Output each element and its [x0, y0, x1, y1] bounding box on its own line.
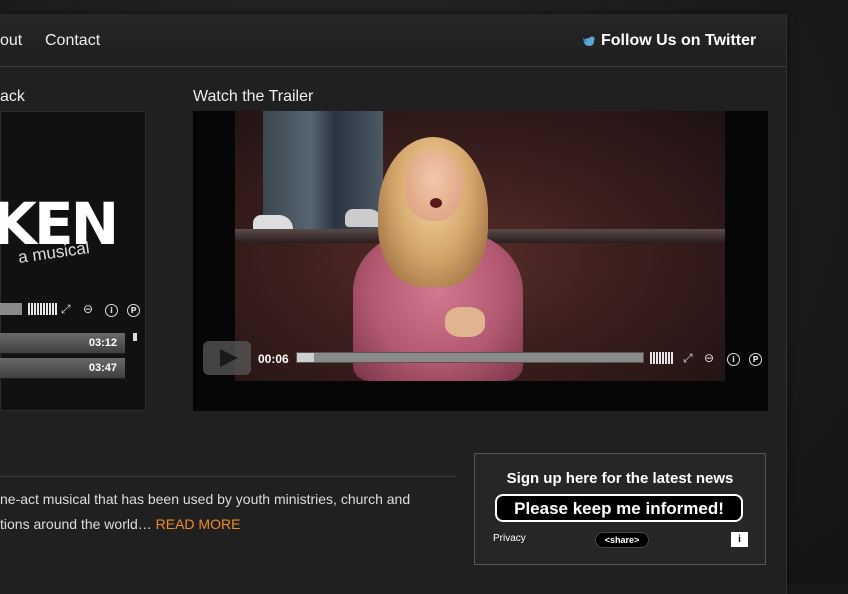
- playlist-track[interactable]: 03:47: [0, 358, 125, 379]
- video-scrubber[interactable]: [296, 352, 644, 363]
- description-line: tions around the world…: [0, 516, 156, 532]
- audio-loop-icon[interactable]: ⊖: [83, 302, 93, 316]
- content-divider: [0, 476, 456, 477]
- description-text: ne-act musical that has been used by you…: [0, 487, 460, 537]
- track-duration: 03:47: [88, 362, 117, 374]
- play-icon: [220, 349, 238, 367]
- nav-link-contact[interactable]: Contact: [45, 32, 100, 50]
- video-info-icon[interactable]: i: [727, 351, 740, 366]
- signup-title: Sign up here for the latest news: [506, 470, 734, 487]
- audio-info-icon[interactable]: i: [105, 302, 118, 317]
- audio-pinterest-icon[interactable]: P: [127, 302, 140, 317]
- share-button[interactable]: <share>: [595, 532, 649, 548]
- info-button[interactable]: i: [731, 532, 748, 547]
- keep-me-informed-button[interactable]: Please keep me informed!: [495, 494, 743, 522]
- playlist-track[interactable]: 03:12: [0, 333, 125, 354]
- video-loop-icon[interactable]: ⊖: [704, 351, 714, 365]
- read-more-link[interactable]: READ MORE: [156, 516, 241, 532]
- video-volume-icon[interactable]: [650, 352, 673, 364]
- description-line: ne-act musical that has been used by you…: [0, 491, 411, 507]
- play-button[interactable]: [203, 341, 251, 375]
- audio-fullscreen-icon[interactable]: ⤢: [61, 302, 71, 316]
- video-pinterest-icon[interactable]: P: [749, 351, 762, 366]
- video-current-time: 00:06: [258, 352, 289, 366]
- twitter-bird-icon: [583, 36, 595, 46]
- video-player[interactable]: 00:06 ⤢ ⊖ i P: [193, 111, 768, 411]
- playlist-scrollbar[interactable]: [133, 333, 137, 341]
- follow-twitter-link[interactable]: Follow Us on Twitter: [582, 32, 756, 50]
- video-controls: 00:06 ⤢ ⊖ i P: [193, 337, 768, 381]
- twitter-label: Follow Us on Twitter: [601, 32, 757, 49]
- newsletter-signup: Sign up here for the latest news Please …: [474, 453, 766, 565]
- video-fullscreen-icon[interactable]: ⤢: [683, 351, 693, 365]
- track-duration: 03:12: [88, 337, 117, 349]
- privacy-link[interactable]: Privacy: [493, 533, 526, 544]
- audio-progress-bar[interactable]: [0, 303, 22, 315]
- video-progress-fill: [297, 353, 315, 362]
- soundtrack-title: ack: [0, 88, 25, 105]
- nav-link-about[interactable]: out: [0, 32, 22, 50]
- trailer-title: Watch the Trailer: [193, 88, 314, 105]
- audio-volume-icon[interactable]: [28, 303, 57, 315]
